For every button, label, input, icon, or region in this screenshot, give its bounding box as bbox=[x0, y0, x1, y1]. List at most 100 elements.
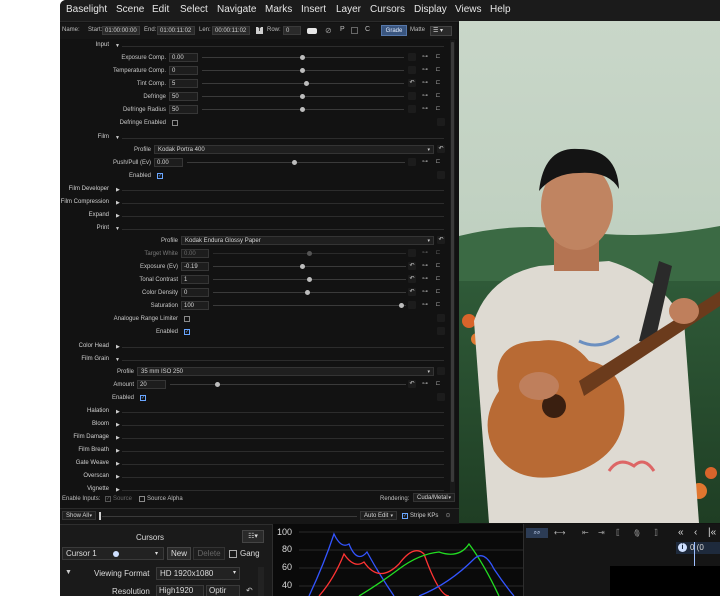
grain-enabled-checkbox[interactable]: ✓ bbox=[140, 395, 146, 401]
key-icon[interactable]: ⊶ bbox=[421, 105, 429, 113]
graph-icon[interactable]: ⊏ bbox=[434, 79, 442, 87]
section-film-grain[interactable]: Film Grain bbox=[60, 356, 109, 362]
exposure-ev-field[interactable]: -0.19 bbox=[181, 262, 209, 271]
input-expand-icon[interactable]: ▼ bbox=[115, 43, 120, 49]
menu-scene[interactable]: Scene bbox=[116, 4, 144, 15]
graph-icon[interactable]: ⊏ bbox=[434, 105, 442, 113]
graph-icon[interactable]: ⊏ bbox=[434, 66, 442, 74]
menu-display[interactable]: Display bbox=[414, 4, 447, 15]
length-timecode-field[interactable]: 00:00:11:02 bbox=[212, 26, 250, 35]
collapse-icon[interactable]: ▶ bbox=[116, 487, 120, 493]
viewing-format-dropdown[interactable]: HD 1920x1080 ▾ bbox=[156, 567, 240, 580]
graph-icon[interactable]: ⊏ bbox=[434, 249, 442, 257]
tint-comp-field[interactable]: 5 bbox=[169, 79, 198, 88]
settings-icon[interactable]: ⊙ bbox=[444, 512, 452, 520]
collapse-icon[interactable]: ▼ bbox=[65, 569, 72, 576]
reset-icon[interactable] bbox=[408, 105, 416, 113]
color-swatch[interactable] bbox=[307, 28, 317, 34]
sliders-icon[interactable]: ☷▾ bbox=[242, 530, 264, 543]
menu-baselight[interactable]: Baselight bbox=[66, 4, 107, 15]
tonal-contrast-field[interactable]: 1 bbox=[181, 275, 209, 284]
reset-icon[interactable] bbox=[408, 249, 416, 257]
menu-cursors[interactable]: Cursors bbox=[370, 4, 405, 15]
graph-icon[interactable]: ⊏ bbox=[434, 301, 442, 309]
saturation-slider[interactable] bbox=[213, 305, 406, 306]
cursors-scrollbar[interactable] bbox=[258, 567, 264, 596]
exposure-comp-field[interactable]: 0.00 bbox=[169, 53, 198, 62]
undo-icon[interactable]: ↶ bbox=[408, 275, 416, 283]
undo-icon[interactable]: ↶ bbox=[408, 79, 416, 87]
print-enabled-checkbox[interactable]: ✓ bbox=[184, 329, 190, 335]
section-film[interactable]: Film bbox=[60, 134, 109, 140]
track-clip[interactable] bbox=[610, 566, 720, 596]
section-input[interactable]: Input bbox=[60, 42, 109, 48]
end-timecode-field[interactable]: 01:00:11:02 bbox=[157, 26, 195, 35]
menu-edit[interactable]: Edit bbox=[152, 4, 169, 15]
grain-profile-dropdown[interactable]: 35 mm ISO 250 ▾ bbox=[137, 367, 434, 376]
collapse-icon[interactable]: ▶ bbox=[116, 200, 120, 206]
graph-icon[interactable]: ⊏ bbox=[434, 380, 442, 388]
defringe-knob[interactable] bbox=[300, 94, 305, 99]
graph-icon[interactable]: ⊏ bbox=[434, 262, 442, 270]
target-white-knob[interactable] bbox=[307, 251, 312, 256]
key-icon[interactable]: ⊶ bbox=[421, 249, 429, 257]
undo-icon[interactable]: ↶ bbox=[408, 262, 416, 270]
film-grain-expand-icon[interactable]: ▼ bbox=[115, 357, 120, 363]
graph-icon[interactable]: ⊏ bbox=[434, 92, 442, 100]
collapse-icon[interactable]: ▶ bbox=[116, 187, 120, 193]
color-density-field[interactable]: 0 bbox=[181, 288, 209, 297]
image-viewer[interactable] bbox=[459, 21, 720, 523]
rewind-icon[interactable]: « bbox=[678, 527, 684, 538]
tint-comp-knob[interactable] bbox=[304, 81, 309, 86]
source-alpha-checkbox[interactable] bbox=[139, 496, 145, 502]
saturation-knob[interactable] bbox=[399, 303, 404, 308]
reset-icon[interactable] bbox=[408, 66, 416, 74]
film-enabled-checkbox[interactable]: ✓ bbox=[157, 173, 163, 179]
reset-icon[interactable] bbox=[437, 118, 445, 126]
delete-cursor-button[interactable]: Delete bbox=[193, 547, 225, 560]
key-icon[interactable]: ⊶ bbox=[421, 79, 429, 87]
collapse-icon[interactable]: ▶ bbox=[116, 474, 120, 480]
collapse-icon[interactable]: ▶ bbox=[116, 435, 120, 441]
key-icon[interactable]: ⊶ bbox=[421, 262, 429, 270]
push-pull-field[interactable]: 0.00 bbox=[154, 158, 183, 167]
menu-marks[interactable]: Marks bbox=[265, 4, 292, 15]
gang-checkbox[interactable] bbox=[229, 550, 237, 558]
show-all-dropdown[interactable]: Show All ▾ bbox=[62, 511, 96, 520]
undo-icon[interactable]: ↶ bbox=[408, 380, 416, 388]
undo-icon[interactable]: ↶ bbox=[246, 586, 253, 595]
amount-field[interactable]: 20 bbox=[137, 380, 166, 389]
panel-scrollbar[interactable] bbox=[450, 40, 455, 495]
exposure-ev-slider[interactable] bbox=[213, 266, 406, 267]
fit-width-icon[interactable]: ⟷ bbox=[554, 528, 565, 537]
exposure-comp-knob[interactable] bbox=[300, 55, 305, 60]
mask-icon[interactable] bbox=[351, 27, 358, 34]
reset-icon[interactable] bbox=[437, 393, 445, 401]
section-vignette[interactable]: Vignette bbox=[60, 486, 109, 492]
row-field[interactable]: 0 bbox=[283, 26, 301, 35]
new-cursor-button[interactable]: New bbox=[167, 547, 191, 560]
zoom-search-icon[interactable]: ⌕⌕ bbox=[526, 528, 548, 538]
p-toggle[interactable]: P bbox=[340, 26, 345, 33]
layer-menu-button[interactable]: ☰ ▾ bbox=[430, 26, 452, 36]
push-pull-knob[interactable] bbox=[292, 160, 297, 165]
collapse-icon[interactable]: ▶ bbox=[116, 461, 120, 467]
defringe-radius-knob[interactable] bbox=[300, 107, 305, 112]
section-gate-weave[interactable]: Gate Weave bbox=[60, 460, 109, 466]
resolution-dropdown[interactable]: High1920 bbox=[156, 585, 204, 596]
section-bloom[interactable]: Bloom bbox=[60, 421, 109, 427]
start-timecode-field[interactable]: 01:00:00:00 bbox=[102, 26, 140, 35]
graph-icon[interactable]: ⊏ bbox=[434, 288, 442, 296]
section-film-breath[interactable]: Film Breath bbox=[60, 447, 109, 453]
defringe-enabled-checkbox[interactable] bbox=[172, 120, 178, 126]
section-expand[interactable]: Expand bbox=[60, 212, 109, 218]
key-icon[interactable]: ⊶ bbox=[421, 301, 429, 309]
tonal-contrast-knob[interactable] bbox=[307, 277, 312, 282]
cursor-select[interactable]: Cursor 1 ▾ bbox=[62, 547, 164, 560]
section-film-developer[interactable]: Film Developer bbox=[60, 186, 109, 192]
section-overscan[interactable]: Overscan bbox=[60, 473, 109, 479]
key-icon[interactable]: ⊶ bbox=[421, 53, 429, 61]
auto-edit-dropdown[interactable]: Auto Edit ▾ bbox=[360, 511, 397, 520]
key-icon[interactable]: ⊶ bbox=[421, 158, 429, 166]
scrollbar-thumb[interactable] bbox=[451, 42, 454, 482]
